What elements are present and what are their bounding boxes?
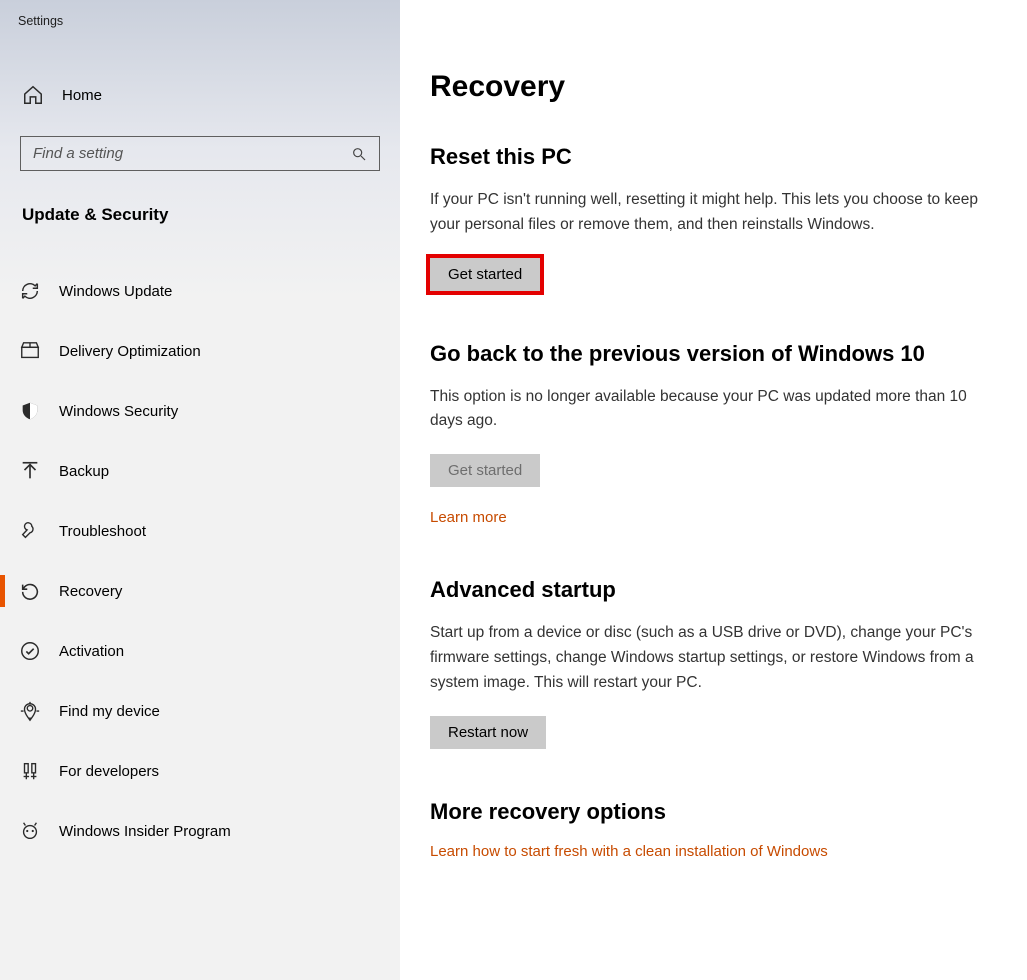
sidebar-item-label: Backup [59,463,109,480]
nav: Windows Update Delivery Optimization Win… [0,261,400,861]
sidebar-item-label: Find my device [59,703,160,720]
sidebar-item-windows-update[interactable]: Windows Update [0,261,400,321]
home-button[interactable]: Home [0,72,400,118]
sidebar-item-label: Delivery Optimization [59,343,201,360]
sidebar-item-activation[interactable]: Activation [0,621,400,681]
sidebar-item-find-my-device[interactable]: Find my device [0,681,400,741]
advanced-heading: Advanced startup [430,577,993,603]
sidebar-item-label: Windows Insider Program [59,823,231,840]
section-reset: Reset this PC If your PC isn't running w… [430,144,993,291]
home-label: Home [62,87,102,104]
sidebar-item-label: Troubleshoot [59,523,146,540]
sidebar-item-delivery-opt[interactable]: Delivery Optimization [0,321,400,381]
category-title: Update & Security [0,171,400,243]
sidebar-item-label: Activation [59,643,124,660]
sidebar-item-label: Recovery [59,583,122,600]
more-heading: More recovery options [430,799,993,825]
reset-get-started-button[interactable]: Get started [430,258,540,291]
sidebar-item-label: Windows Security [59,403,178,420]
section-more: More recovery options Learn how to start… [430,799,993,861]
section-advanced: Advanced startup Start up from a device … [430,577,993,748]
sidebar-item-troubleshoot[interactable]: Troubleshoot [0,501,400,561]
app-title: Settings [0,0,400,40]
shield-icon [19,400,41,422]
main: Recovery Reset this PC If your PC isn't … [400,0,1027,980]
goback-heading: Go back to the previous version of Windo… [430,341,993,367]
search-box[interactable] [20,136,380,171]
sidebar-item-for-developers[interactable]: For developers [0,741,400,801]
goback-body: This option is no longer available becau… [430,385,990,435]
advanced-body: Start up from a device or disc (such as … [430,621,990,695]
more-recovery-link[interactable]: Learn how to start fresh with a clean in… [430,843,828,860]
wrench-icon [19,520,41,542]
reset-body: If your PC isn't running well, resetting… [430,188,990,238]
sidebar-item-backup[interactable]: Backup [0,441,400,501]
sync-icon [19,280,41,302]
page-title: Recovery [430,70,993,104]
upload-icon [19,460,41,482]
goback-get-started-button: Get started [430,454,540,487]
sidebar-item-windows-security[interactable]: Windows Security [0,381,400,441]
checkmark-circle-icon [19,640,41,662]
goback-learn-more-link[interactable]: Learn more [430,509,507,526]
package-icon [19,340,41,362]
sidebar: Settings Home Update & Security Windows … [0,0,400,980]
developer-icon [19,760,41,782]
location-icon [19,700,41,722]
section-goback: Go back to the previous version of Windo… [430,341,993,528]
sidebar-item-label: Windows Update [59,283,172,300]
restart-now-button[interactable]: Restart now [430,716,546,749]
recovery-icon [19,580,41,602]
reset-heading: Reset this PC [430,144,993,170]
sidebar-item-label: For developers [59,763,159,780]
insider-icon [19,820,41,842]
sidebar-item-recovery[interactable]: Recovery [0,561,400,621]
home-icon [22,84,44,106]
search-input[interactable] [21,137,339,170]
search-icon [351,146,367,162]
sidebar-item-insider-program[interactable]: Windows Insider Program [0,801,400,861]
